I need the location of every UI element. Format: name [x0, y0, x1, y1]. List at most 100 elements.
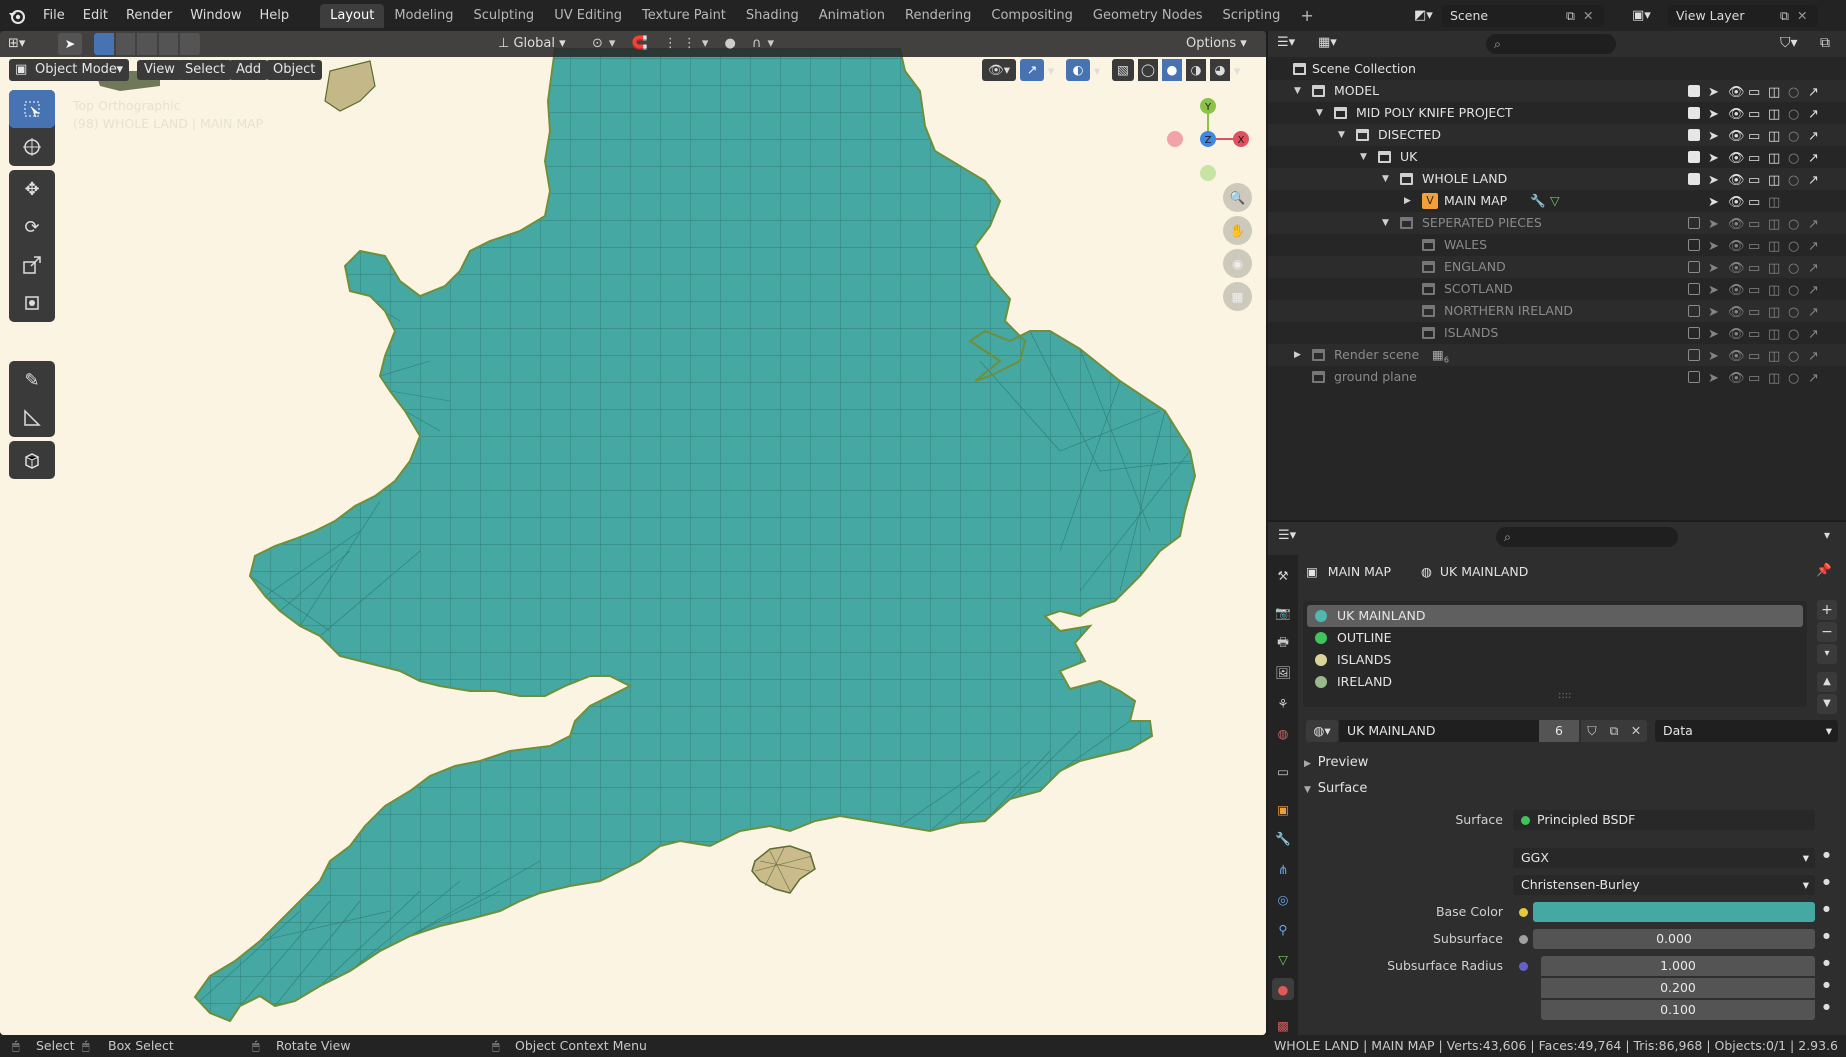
- exclude-checkbox[interactable]: [1688, 261, 1700, 273]
- selection-mode-icons[interactable]: [94, 33, 200, 55]
- solid-shading-icon[interactable]: ●: [1162, 59, 1182, 81]
- select-box-tool-icon[interactable]: [9, 90, 55, 128]
- indirect-only-icon[interactable]: ↗: [1808, 368, 1819, 390]
- selectable-arrow-icon[interactable]: ➤: [1708, 192, 1719, 214]
- new-collection-icon[interactable]: ⧉: [1820, 35, 1830, 51]
- gizmo-dropdown-icon[interactable]: ▾: [1048, 63, 1062, 78]
- selectable-arrow-icon[interactable]: ➤: [1708, 82, 1719, 104]
- tool-tab-icon[interactable]: ⚒: [1272, 564, 1294, 586]
- outliner-row-islands[interactable]: ISLANDS ➤ 👁 ▭ ◫ ○ ↗: [1268, 322, 1846, 344]
- subsurface-method-decorator-icon[interactable]: ●: [1823, 877, 1830, 886]
- output-tab-icon[interactable]: 🖶: [1272, 632, 1294, 654]
- viewport-display-icon[interactable]: ▭: [1748, 324, 1760, 346]
- visibility-eye-icon[interactable]: 👁: [1728, 258, 1745, 280]
- transform-orientation-dropdown[interactable]: ⊥ Global ▾: [498, 33, 566, 55]
- camera-view-icon[interactable]: ◉: [1223, 249, 1252, 278]
- menu-render[interactable]: Render: [117, 0, 181, 31]
- render-camera-icon[interactable]: ◫: [1768, 236, 1780, 258]
- select-intersect-icon[interactable]: [180, 33, 200, 55]
- collection-tab-icon[interactable]: ▭: [1272, 760, 1294, 782]
- pivot-snap-icons[interactable]: ⊙▾ 🧲 ⋮⋮▾ ● ∩▾: [592, 33, 780, 55]
- overlay-dropdown-icon[interactable]: ▾: [1094, 63, 1108, 78]
- selectable-arrow-icon[interactable]: ➤: [1708, 346, 1719, 368]
- exclude-checkbox[interactable]: [1688, 327, 1700, 339]
- distribution-dropdown[interactable]: GGX ▾: [1513, 848, 1815, 868]
- cursor-tool-icon[interactable]: [9, 128, 55, 166]
- material-link-dropdown[interactable]: Data ▾: [1655, 720, 1838, 742]
- viewport-display-icon[interactable]: ▭: [1748, 236, 1760, 258]
- surface-shader-field[interactable]: Principled BSDF: [1513, 810, 1815, 830]
- holdout-icon[interactable]: ○: [1788, 148, 1799, 170]
- constraints-tab-icon[interactable]: ⚲: [1272, 918, 1294, 940]
- view-menu[interactable]: View: [137, 60, 182, 80]
- viewport-shading-controls[interactable]: 👁▾ ↗ ▾ ◐ ▾ ▧ ◯ ● ◑ ◕ ▾: [982, 59, 1257, 81]
- outliner-row-scotland[interactable]: SCOTLAND ➤ 👁 ▭ ◫ ○ ↗: [1268, 278, 1846, 300]
- indirect-only-icon[interactable]: ↗: [1808, 324, 1819, 346]
- holdout-icon[interactable]: ○: [1788, 236, 1799, 258]
- viewport-display-icon[interactable]: ▭: [1748, 104, 1760, 126]
- material-slot-islands[interactable]: ISLANDS: [1307, 649, 1803, 671]
- exclude-checkbox[interactable]: [1688, 239, 1700, 251]
- exclude-checkbox[interactable]: [1688, 349, 1700, 361]
- new-scene-icon[interactable]: ⧉: [1566, 8, 1575, 24]
- subsurface-field[interactable]: 0.000: [1533, 929, 1815, 949]
- subsurface-socket-icon[interactable]: [1519, 935, 1528, 944]
- properties-options-icon[interactable]: ▾: [1824, 528, 1830, 542]
- indirect-only-icon[interactable]: ↗: [1808, 82, 1819, 104]
- expand-toggle-icon[interactable]: ▼: [1360, 146, 1367, 168]
- ortho-grid-icon[interactable]: ▦: [1223, 282, 1252, 311]
- holdout-icon[interactable]: ○: [1788, 346, 1799, 368]
- subsurface-decorator-icon[interactable]: ●: [1823, 931, 1830, 940]
- outliner-row-ground-plane[interactable]: ground plane ➤ 👁 ▭ ◫ ○ ↗: [1268, 366, 1846, 388]
- radius-y-decorator-icon[interactable]: ●: [1823, 980, 1830, 989]
- holdout-icon[interactable]: ○: [1788, 302, 1799, 324]
- exclude-checkbox[interactable]: [1688, 129, 1700, 141]
- subsurface-method-dropdown[interactable]: Christensen-Burley ▾: [1513, 875, 1815, 895]
- expand-toggle-icon[interactable]: ▼: [1382, 168, 1389, 190]
- viewport-display-icon[interactable]: ▭: [1748, 170, 1760, 192]
- scale-tool-icon[interactable]: [9, 246, 55, 284]
- indirect-only-icon[interactable]: ↗: [1808, 346, 1819, 368]
- unlink-material-icon[interactable]: ✕: [1625, 720, 1647, 742]
- move-tool-icon[interactable]: ✥: [9, 170, 55, 208]
- move-slot-up-button[interactable]: ▲: [1817, 672, 1837, 692]
- shading-dropdown-icon[interactable]: ▾: [1234, 63, 1248, 78]
- blender-logo-icon[interactable]: [0, 0, 34, 31]
- scene-selector[interactable]: ◩▾ Scene ⧉ ✕: [1414, 4, 1614, 27]
- selectable-arrow-icon[interactable]: ➤: [1708, 170, 1719, 192]
- visibility-eye-icon[interactable]: 👁: [1728, 368, 1745, 390]
- visibility-eye-icon[interactable]: 👁: [1728, 302, 1745, 324]
- gizmo-toggle-icon[interactable]: ↗: [1020, 59, 1044, 81]
- rotate-tool-icon[interactable]: ⟳: [9, 208, 55, 246]
- render-camera-icon[interactable]: ◫: [1768, 126, 1780, 148]
- exclude-checkbox[interactable]: [1688, 85, 1700, 97]
- expand-toggle-icon[interactable]: ▼: [1382, 212, 1389, 234]
- zoom-icon[interactable]: 🔍: [1223, 183, 1252, 212]
- visibility-eye-icon[interactable]: 👁: [1728, 214, 1745, 236]
- select-tool-icon[interactable]: ➤: [58, 33, 82, 55]
- particles-tab-icon[interactable]: ⋔: [1272, 858, 1294, 880]
- subsurface-radius-z-field[interactable]: 0.100: [1541, 1000, 1815, 1020]
- fake-user-icon[interactable]: ⛉: [1581, 720, 1603, 742]
- selectable-arrow-icon[interactable]: ➤: [1708, 104, 1719, 126]
- tab-scripting[interactable]: Scripting: [1213, 4, 1291, 28]
- material-slot-outline[interactable]: OUTLINE: [1307, 627, 1803, 649]
- outliner-filter-icon[interactable]: ⛉▾: [1780, 35, 1798, 51]
- annotate-tool-icon[interactable]: ✎: [9, 361, 55, 399]
- holdout-icon[interactable]: ○: [1788, 324, 1799, 346]
- outliner-scene-collection[interactable]: Scene Collection: [1268, 58, 1846, 80]
- selectable-arrow-icon[interactable]: ➤: [1708, 324, 1719, 346]
- viewport-display-icon[interactable]: ▭: [1748, 82, 1760, 104]
- select-new-icon[interactable]: [94, 33, 114, 55]
- visibility-filter-icon[interactable]: 👁▾: [982, 59, 1016, 81]
- outliner-row-england[interactable]: ENGLAND ➤ 👁 ▭ ◫ ○ ↗: [1268, 256, 1846, 278]
- outliner-row-main-map[interactable]: ▶ V 🔧 ▽ MAIN MAP ➤ 👁 ▭ ◫: [1268, 190, 1846, 212]
- tab-uv-editing[interactable]: UV Editing: [544, 4, 632, 28]
- outliner-row-uk[interactable]: ▼ UK ➤ 👁 ▭ ◫ ○ ↗: [1268, 146, 1846, 168]
- visibility-eye-icon[interactable]: 👁: [1728, 324, 1745, 346]
- outliner-search-input[interactable]: ⌕: [1486, 34, 1616, 54]
- material-shading-icon[interactable]: ◑: [1186, 59, 1206, 81]
- transform-tool-icon[interactable]: [9, 284, 55, 322]
- view-layer-tab-icon[interactable]: 🖼: [1272, 662, 1294, 684]
- base-color-decorator-icon[interactable]: ●: [1823, 904, 1830, 913]
